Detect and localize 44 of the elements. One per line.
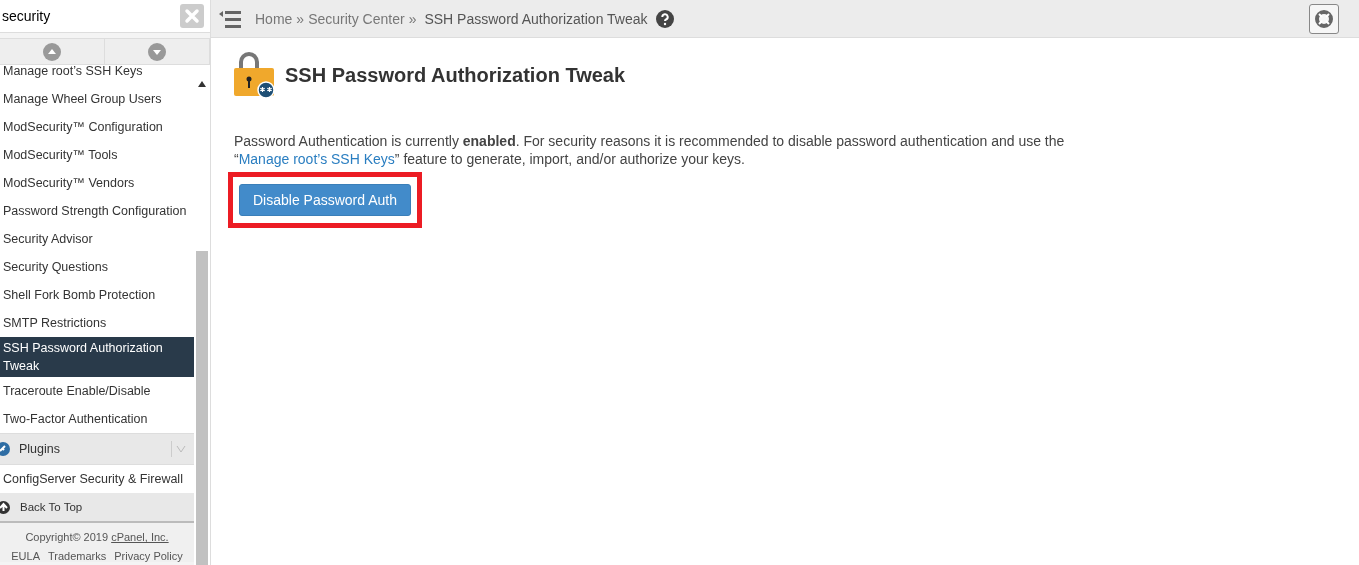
sidebar-item[interactable]: Manage root’s SSH Keys [0, 65, 194, 85]
sidebar-item[interactable]: Traceroute Enable/Disable [0, 377, 194, 405]
footer-link[interactable]: EULA [11, 550, 40, 562]
sidebar-item[interactable]: Two-Factor Authentication [0, 405, 194, 433]
scroll-up-icon[interactable] [43, 42, 61, 61]
manage-keys-link[interactable]: Manage root’s SSH Keys [238, 151, 395, 167]
support-button[interactable] [1309, 3, 1339, 34]
breadcrumb-separator: » [296, 10, 305, 27]
section-label: Plugins [19, 442, 61, 456]
breadcrumb-separator: » [408, 10, 417, 27]
sidebar-item[interactable]: SSH Password Authorization Tweak [0, 337, 194, 377]
sidebar-item[interactable]: ConfigServer Security & Firewall [0, 465, 194, 493]
back-to-top-link[interactable]: Back To Top [0, 493, 194, 523]
scroll-down-icon[interactable] [148, 42, 166, 61]
sidebar-item[interactable]: ModSecurity™ Tools [0, 141, 194, 169]
help-icon[interactable] [655, 9, 674, 28]
disable-password-button[interactable]: Disable Password Auth [239, 184, 411, 216]
search-field[interactable]: security [0, 1, 180, 31]
search-box[interactable]: security [0, 0, 210, 33]
copyright-text: Copyright© 2019 cPanel, Inc. [25, 531, 169, 543]
clear-search-icon[interactable] [180, 4, 204, 28]
sidebar-item[interactable]: Manage Wheel Group Users [0, 85, 194, 113]
lifebuoy-icon [1314, 8, 1334, 29]
sidebar-item[interactable]: Security Advisor [0, 225, 194, 253]
padlock-icon [234, 52, 276, 98]
plug-icon [0, 442, 10, 456]
company-link[interactable]: cPanel, Inc. [111, 531, 169, 543]
sidebar-item[interactable]: Shell Fork Bomb Protection [0, 281, 194, 309]
footer-link[interactable]: Trademarks [48, 550, 107, 562]
section-header[interactable]: Plugins [0, 433, 194, 465]
breadcrumb-current: SSH Password Authorization Tweak [424, 10, 648, 27]
footer-link[interactable]: Privacy Policy [114, 550, 183, 562]
sidebar-item[interactable]: ModSecurity™ Vendors [0, 169, 194, 197]
page-title: SSH Password Authorization Tweak [285, 63, 626, 87]
breadcrumb-link[interactable]: Security Center [308, 10, 405, 27]
sidebar-item[interactable]: SMTP Restrictions [0, 309, 194, 337]
sidebar-item[interactable]: Password Strength Configuration [0, 197, 194, 225]
scroll-up-arrow-icon[interactable] [198, 81, 206, 87]
breadcrumb-link[interactable]: Home [255, 10, 293, 27]
sidebar-item[interactable]: Security Questions [0, 253, 194, 281]
arrow-up-icon [0, 500, 10, 514]
menu-icon[interactable] [219, 9, 241, 28]
message-text: Password Authentication is currently enabled. For security reasons it is recommended to disable password authentication and use the “Manage root’s SSH Keys” feature to generate, import, and/or authorize your keys. [234, 132, 1066, 168]
sidebar-item[interactable]: ModSecurity™ Configuration [0, 113, 194, 141]
